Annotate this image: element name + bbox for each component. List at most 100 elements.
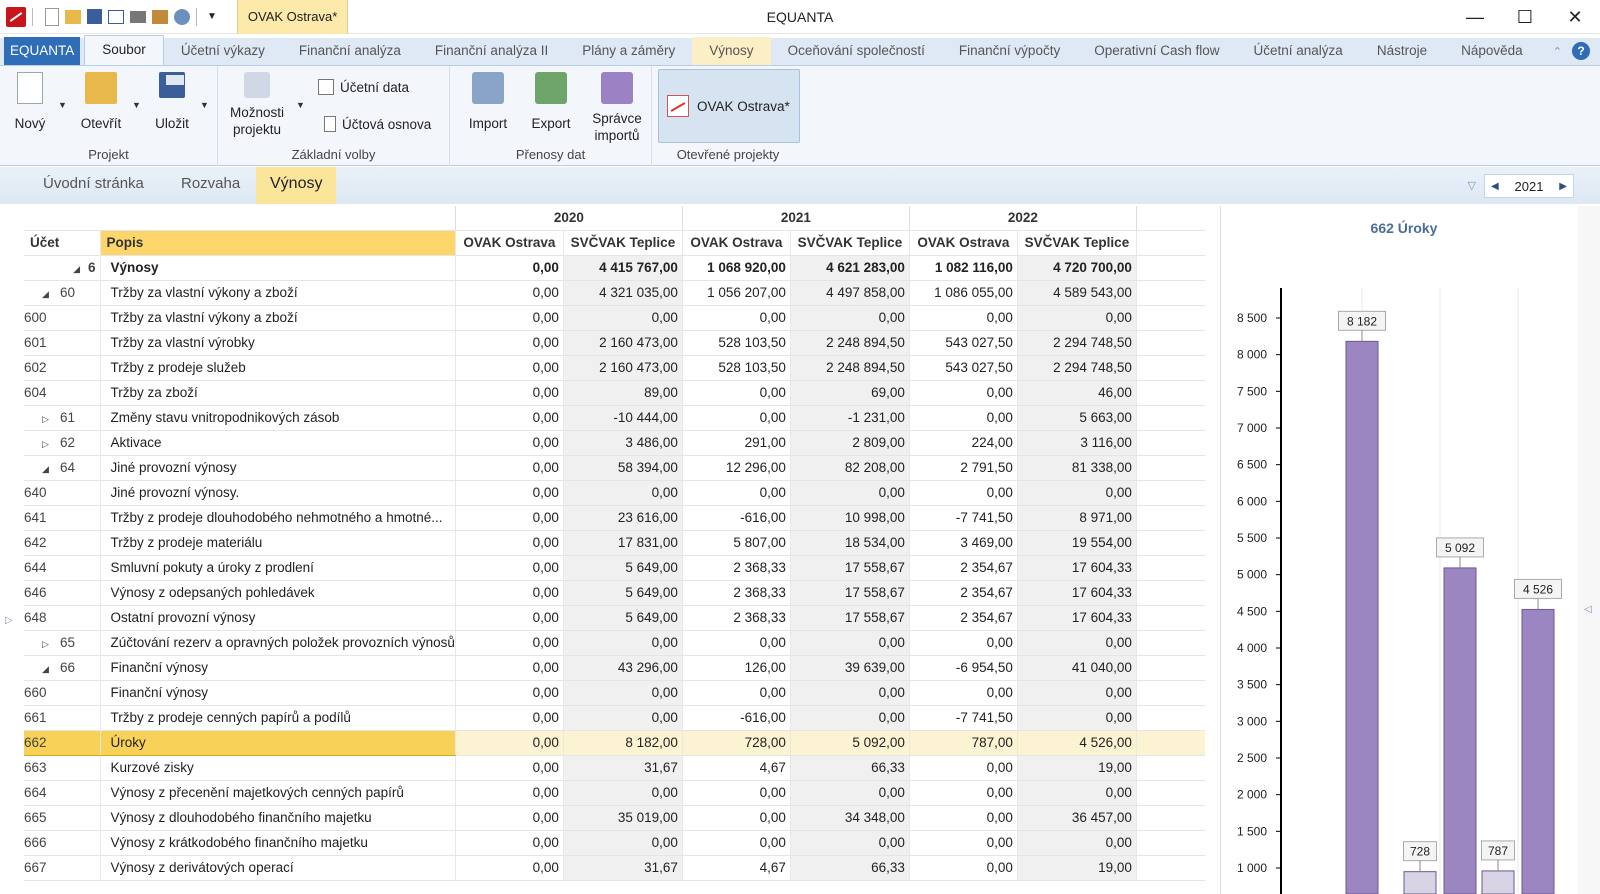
tab-ucetni-analyza[interactable]: Účetní analýza: [1237, 37, 1360, 65]
account-number-cell[interactable]: 661: [24, 705, 101, 731]
account-number-cell[interactable]: 641: [24, 505, 101, 531]
value-cell[interactable]: 0,00: [909, 780, 1018, 806]
value-cell[interactable]: 0,00: [455, 780, 564, 806]
value-cell[interactable]: 1 086 055,00: [909, 280, 1018, 306]
value-cell[interactable]: 31,67: [563, 755, 683, 781]
table-row[interactable]: 641 Tržby z prodeje dlouhodobého nehmotné…: [24, 505, 1206, 531]
value-cell[interactable]: 4 621 283,00: [790, 255, 910, 281]
value-cell[interactable]: 0,00: [455, 530, 564, 556]
tab-equanta[interactable]: EQUANTA: [4, 37, 81, 65]
account-number-cell[interactable]: 640: [24, 480, 101, 506]
value-cell[interactable]: 66,33: [790, 855, 910, 881]
value-cell[interactable]: -7 741,50: [909, 705, 1018, 731]
account-number-cell[interactable]: ◢ 60: [24, 280, 101, 306]
table-row[interactable]: 666 Výnosy z krátkodobého finančního maje…: [24, 830, 1206, 856]
value-cell[interactable]: 0,00: [563, 630, 683, 656]
value-cell[interactable]: 46,00: [1017, 380, 1137, 406]
account-number-cell[interactable]: 666: [24, 830, 101, 856]
value-cell[interactable]: 0,00: [455, 805, 564, 831]
value-cell[interactable]: 2 368,33: [682, 605, 791, 631]
right-panel-toggle-icon[interactable]: ◁: [1584, 604, 1592, 615]
account-number-cell[interactable]: 602: [24, 355, 101, 381]
account-description[interactable]: Tržby z prodeje cenných papírů a podílů: [100, 705, 456, 731]
account-number-cell[interactable]: 663: [24, 755, 101, 781]
account-description[interactable]: Výnosy z derivátových operací: [100, 855, 456, 881]
table-row[interactable]: 660 Finanční výnosy 0,00 0,00 0,00 0,00 0,00 0,…: [24, 680, 1206, 706]
value-cell[interactable]: 0,00: [909, 305, 1018, 331]
account-description[interactable]: Výnosy z odepsaných pohledávek: [100, 580, 456, 606]
table-row[interactable]: 646 Výnosy z odepsaných pohledávek 0,00 5 6…: [24, 580, 1206, 606]
value-cell[interactable]: 0,00: [790, 680, 910, 706]
value-cell[interactable]: 0,00: [455, 280, 564, 306]
value-cell[interactable]: 0,00: [909, 480, 1018, 506]
account-number-cell[interactable]: ◢ 66: [24, 655, 101, 681]
tab-financni-analyza-ii[interactable]: Finanční analýza II: [418, 37, 565, 65]
value-cell[interactable]: 0,00: [790, 780, 910, 806]
value-cell[interactable]: 19,00: [1017, 755, 1137, 781]
value-cell[interactable]: -7 741,50: [909, 505, 1018, 531]
account-description[interactable]: Jiné provozní výnosy: [100, 455, 456, 481]
account-number-cell[interactable]: 601: [24, 330, 101, 356]
value-cell[interactable]: 2 160 473,00: [563, 355, 683, 381]
value-cell[interactable]: 3 116,00: [1017, 430, 1137, 456]
value-cell[interactable]: 0,00: [455, 505, 564, 531]
tab-ucetni-vykazy[interactable]: Účetní výkazy: [164, 37, 282, 65]
column-header-company[interactable]: SVČVAK Teplice: [563, 230, 683, 256]
column-header-ucet[interactable]: Účet: [24, 230, 101, 256]
value-cell[interactable]: -616,00: [682, 705, 791, 731]
value-cell[interactable]: 0,00: [909, 805, 1018, 831]
value-cell[interactable]: 0,00: [909, 830, 1018, 856]
table-row[interactable]: 648 Ostatní provozní výnosy 0,00 5 649,00 2 …: [24, 605, 1206, 631]
value-cell[interactable]: 0,00: [790, 480, 910, 506]
value-cell[interactable]: 728,00: [682, 730, 791, 756]
account-number-cell[interactable]: 646: [24, 580, 101, 606]
value-cell[interactable]: 4 589 543,00: [1017, 280, 1137, 306]
value-cell[interactable]: 2 294 748,50: [1017, 355, 1137, 381]
value-cell[interactable]: 0,00: [682, 405, 791, 431]
save-icon[interactable]: [87, 9, 102, 24]
table-row[interactable]: 601 Tržby za vlastní výrobky 0,00 2 160 473…: [24, 330, 1206, 356]
value-cell[interactable]: 4 497 858,00: [790, 280, 910, 306]
value-cell[interactable]: 0,00: [682, 480, 791, 506]
collapse-row-icon[interactable]: ◢: [42, 289, 52, 300]
collapse-row-icon[interactable]: ◢: [42, 464, 52, 475]
value-cell[interactable]: 0,00: [1017, 480, 1137, 506]
value-cell[interactable]: 0,00: [563, 705, 683, 731]
value-cell[interactable]: 0,00: [563, 780, 683, 806]
account-number-cell[interactable]: ▷ 61: [24, 405, 101, 431]
value-cell[interactable]: -10 444,00: [563, 405, 683, 431]
value-cell[interactable]: 0,00: [682, 830, 791, 856]
moznosti-projektu-button[interactable]: Možnosti projektu: [224, 72, 290, 138]
tab-rozvaha[interactable]: Rozvaha: [181, 175, 240, 192]
value-cell[interactable]: 0,00: [909, 380, 1018, 406]
value-cell[interactable]: 81 338,00: [1017, 455, 1137, 481]
column-header-company[interactable]: OVAK Ostrava: [682, 230, 791, 256]
table-row[interactable]: ◢ 6 Výnosy 0,00 4 415 767,00 1 068 920,00 4 62…: [24, 255, 1206, 281]
value-cell[interactable]: 19 554,00: [1017, 530, 1137, 556]
value-cell[interactable]: 2 354,67: [909, 555, 1018, 581]
moznosti-dropdown-icon[interactable]: ▼: [296, 100, 305, 110]
account-number-cell[interactable]: 665: [24, 805, 101, 831]
help-icon[interactable]: ?: [1572, 42, 1590, 60]
account-number-cell[interactable]: 642: [24, 530, 101, 556]
account-description[interactable]: Výnosy z dlouhodobého finančního majetku: [100, 805, 456, 831]
value-cell[interactable]: 19,00: [1017, 855, 1137, 881]
ucetni-data-button[interactable]: Účetní data: [318, 79, 409, 95]
value-cell[interactable]: 3 469,00: [909, 530, 1018, 556]
value-cell[interactable]: 0,00: [455, 705, 564, 731]
value-cell[interactable]: 0,00: [1017, 630, 1137, 656]
value-cell[interactable]: 0,00: [790, 705, 910, 731]
value-cell[interactable]: 17 558,67: [790, 580, 910, 606]
value-cell[interactable]: 41 040,00: [1017, 655, 1137, 681]
value-cell[interactable]: 17 604,33: [1017, 580, 1137, 606]
value-cell[interactable]: 2 248 894,50: [790, 330, 910, 356]
left-panel-toggle-icon[interactable]: ▷: [5, 615, 13, 626]
value-cell[interactable]: 2 368,33: [682, 580, 791, 606]
table-row[interactable]: 662 Úroky 0,00 8 182,00 728,00 5 092,00 787,00…: [24, 729, 1206, 756]
value-cell[interactable]: 0,00: [455, 380, 564, 406]
value-cell[interactable]: 528 103,50: [682, 355, 791, 381]
value-cell[interactable]: 0,00: [455, 580, 564, 606]
value-cell[interactable]: 17 831,00: [563, 530, 683, 556]
value-cell[interactable]: 0,00: [563, 305, 683, 331]
collapse-row-icon[interactable]: ◢: [70, 264, 80, 275]
